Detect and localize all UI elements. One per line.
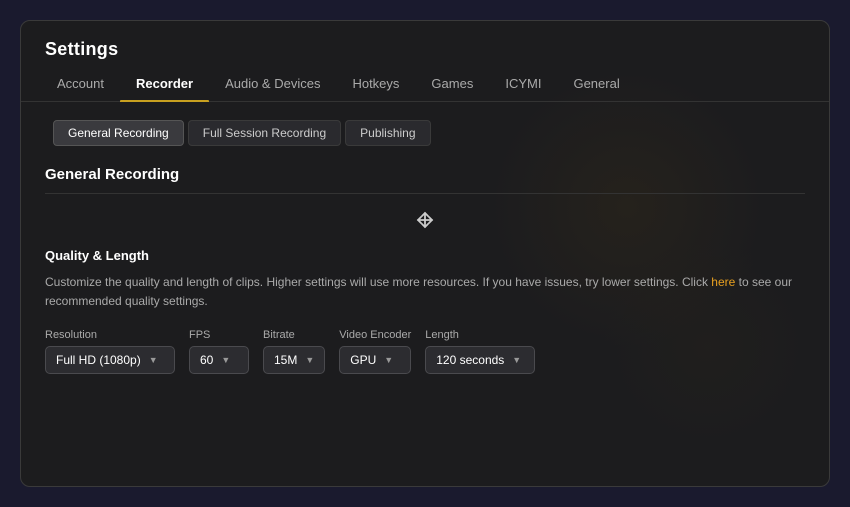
fps-label: FPS	[189, 329, 249, 341]
dropdowns-row: Resolution Full HD (1080p) ▼ FPS 60 ▼ Bi…	[45, 329, 805, 374]
tab-hotkeys[interactable]: Hotkeys	[336, 68, 415, 101]
nav-tabs: Account Recorder Audio & Devices Hotkeys…	[21, 68, 829, 102]
window-title: Settings	[45, 39, 118, 59]
bitrate-label: Bitrate	[263, 329, 325, 341]
length-group: Length 120 seconds ▼	[425, 329, 535, 374]
length-label: Length	[425, 329, 535, 341]
move-cursor-icon	[45, 208, 805, 232]
length-arrow: ▼	[512, 355, 521, 365]
tab-account[interactable]: Account	[41, 68, 120, 101]
resolution-dropdown[interactable]: Full HD (1080p) ▼	[45, 346, 175, 374]
tab-audio-devices[interactable]: Audio & Devices	[209, 68, 336, 101]
fps-arrow: ▼	[221, 355, 230, 365]
sub-tab-full-session-recording[interactable]: Full Session Recording	[188, 120, 341, 146]
quality-description: Customize the quality and length of clip…	[45, 273, 805, 311]
sub-tab-publishing[interactable]: Publishing	[345, 120, 430, 146]
fps-dropdown[interactable]: 60 ▼	[189, 346, 249, 374]
tab-games[interactable]: Games	[415, 68, 489, 101]
bitrate-arrow: ▼	[305, 355, 314, 365]
resolution-arrow: ▼	[149, 355, 158, 365]
fps-group: FPS 60 ▼	[189, 329, 249, 374]
video-encoder-group: Video Encoder GPU ▼	[339, 329, 411, 374]
section-title: General Recording	[45, 166, 805, 194]
resolution-group: Resolution Full HD (1080p) ▼	[45, 329, 175, 374]
quality-section-heading: Quality & Length	[45, 248, 805, 263]
tab-general[interactable]: General	[557, 68, 635, 101]
tab-recorder[interactable]: Recorder	[120, 68, 209, 101]
bitrate-dropdown[interactable]: 15M ▼	[263, 346, 325, 374]
resolution-label: Resolution	[45, 329, 175, 341]
content-area: General Recording Full Session Recording…	[21, 102, 829, 486]
sub-tab-general-recording[interactable]: General Recording	[53, 120, 184, 146]
bitrate-group: Bitrate 15M ▼	[263, 329, 325, 374]
title-bar: Settings	[21, 21, 829, 68]
video-encoder-arrow: ▼	[384, 355, 393, 365]
video-encoder-dropdown[interactable]: GPU ▼	[339, 346, 411, 374]
settings-window: Settings Account Recorder Audio & Device…	[20, 20, 830, 487]
video-encoder-label: Video Encoder	[339, 329, 411, 341]
quality-settings-link[interactable]: here	[711, 275, 735, 289]
length-dropdown[interactable]: 120 seconds ▼	[425, 346, 535, 374]
tab-icymi[interactable]: ICYMI	[489, 68, 557, 101]
sub-tabs-bar: General Recording Full Session Recording…	[45, 120, 805, 146]
